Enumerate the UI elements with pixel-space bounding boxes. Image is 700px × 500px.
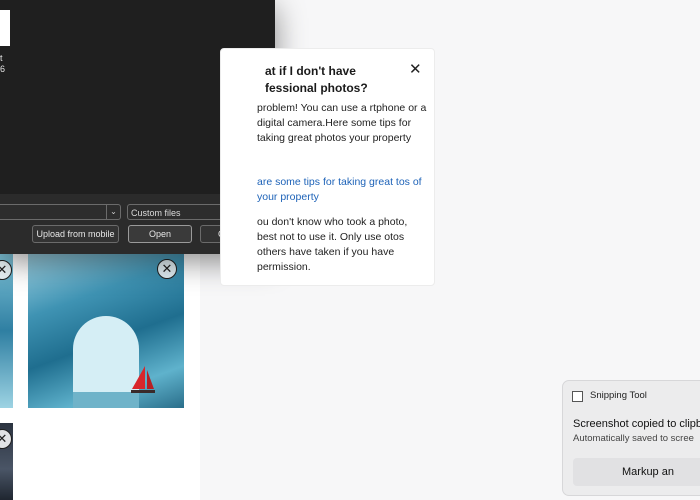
close-card-button[interactable]: ✕ (409, 62, 422, 77)
chevron-down-icon[interactable]: ⌄ (106, 205, 120, 219)
card-title: at if I don't have fessional photos? (265, 64, 368, 95)
notification-app-name: Snipping Tool (590, 390, 647, 401)
file-name-label: t 6 (0, 53, 6, 74)
close-icon: ✕ (409, 61, 422, 78)
file-thumbnail[interactable] (0, 10, 10, 46)
notification-detail: Automatically saved to scree (573, 433, 694, 444)
photo-tips-link[interactable]: are some tips for taking great tos of yo… (257, 175, 427, 205)
snipping-tool-notification[interactable]: Snipping Tool Screenshot copied to clipb… (562, 380, 700, 496)
remove-photo-button[interactable]: ✕ (157, 259, 177, 279)
card-paragraph: problem! You can use a rtphone or a digi… (257, 102, 427, 144)
markup-and-share-button[interactable]: Markup an (573, 458, 700, 486)
card-paragraph: ou don't know who took a photo, best not… (257, 216, 408, 273)
close-icon: ✕ (161, 261, 173, 276)
file-type-value: Custom files (131, 208, 181, 218)
notification-message: Screenshot copied to clipboa (573, 418, 700, 430)
photo-tips-card: at if I don't have fessional photos? ✕ p… (220, 48, 435, 286)
file-name-input[interactable]: ⌄ (0, 204, 121, 220)
open-button[interactable]: Open (128, 225, 192, 243)
close-icon: ✕ (0, 431, 8, 446)
close-icon: ✕ (0, 262, 8, 277)
upload-from-mobile-button[interactable]: Upload from mobile (32, 225, 119, 243)
snipping-tool-icon (572, 391, 583, 402)
